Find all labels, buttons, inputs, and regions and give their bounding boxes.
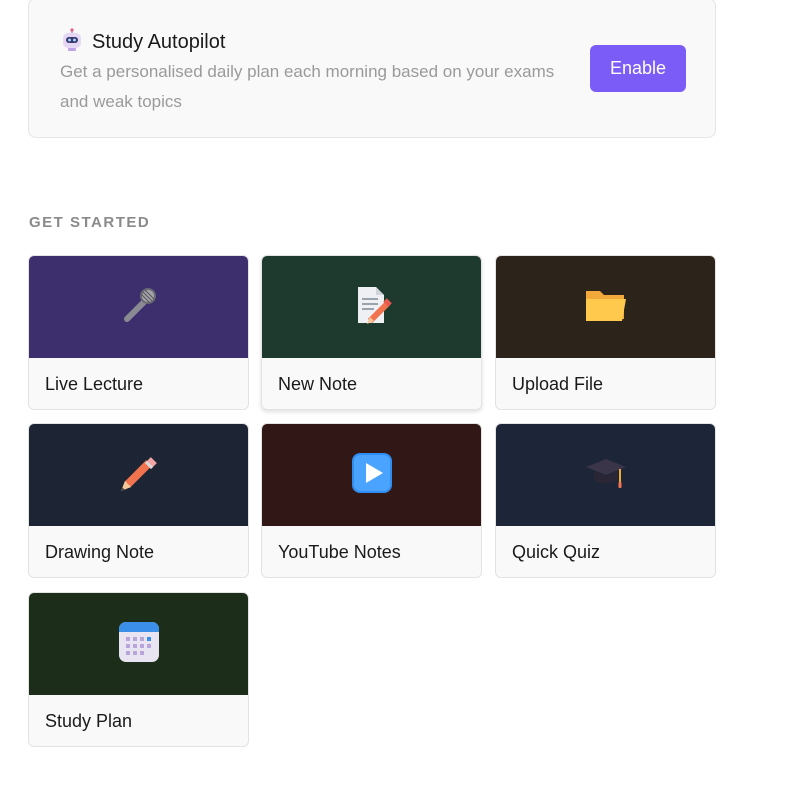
card-label: Live Lecture — [45, 374, 144, 394]
study-autopilot-banner: Study Autopilot Get a personalised daily… — [28, 0, 716, 138]
card-label: YouTube Notes — [278, 542, 401, 562]
folder-icon — [583, 283, 629, 332]
card-banner — [262, 424, 481, 526]
card-label: Quick Quiz — [512, 542, 601, 562]
card-quick-quiz[interactable]: Quick Quiz — [495, 423, 716, 578]
card-banner — [262, 256, 481, 358]
card-upload-file[interactable]: Upload File — [495, 255, 716, 410]
card-banner — [496, 256, 715, 358]
autopilot-description: Get a personalised daily plan each morni… — [60, 62, 555, 111]
card-banner — [29, 593, 248, 695]
card-study-plan[interactable]: Study Plan — [28, 592, 249, 747]
card-label: New Note — [278, 374, 358, 394]
card-youtube-notes[interactable]: YouTube Notes — [261, 423, 482, 578]
card-label: Drawing Note — [45, 542, 155, 562]
card-new-note[interactable]: New Note — [261, 255, 482, 410]
autopilot-title-row: Study Autopilot — [60, 28, 225, 57]
card-label: Upload File — [512, 374, 604, 394]
card-label: Study Plan — [45, 711, 133, 731]
card-banner — [29, 424, 248, 526]
pencil-icon — [117, 451, 161, 500]
calendar-icon — [117, 620, 161, 669]
enable-button[interactable]: Enable — [590, 45, 686, 92]
note-pencil-icon — [350, 283, 394, 332]
card-banner — [496, 424, 715, 526]
autopilot-title: Study Autopilot — [92, 31, 226, 53]
section-heading: GET STARTED — [29, 214, 151, 231]
play-button-icon — [350, 451, 394, 500]
microphone-icon — [117, 283, 161, 332]
robot-icon — [60, 28, 84, 57]
card-drawing-note[interactable]: Drawing Note — [28, 423, 249, 578]
graduation-cap-icon — [584, 451, 628, 500]
card-banner — [29, 256, 248, 358]
card-live-lecture[interactable]: Live Lecture — [28, 255, 249, 410]
